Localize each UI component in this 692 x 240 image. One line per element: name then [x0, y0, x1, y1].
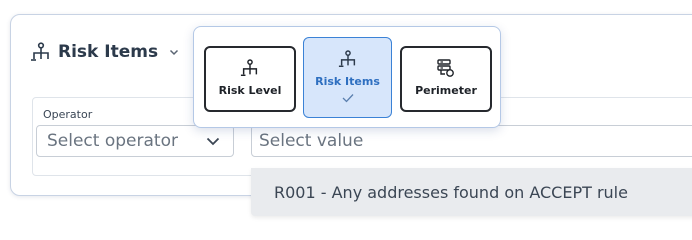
option-perimeter-button[interactable]: Perimeter — [400, 46, 492, 112]
stage: Risk Items Operator Select operator Sele… — [0, 0, 692, 226]
option-risk-level-button[interactable]: Risk Level — [204, 46, 296, 112]
option-label: Perimeter — [415, 84, 477, 97]
value-placeholder: Select value — [259, 131, 364, 151]
operator-select[interactable]: Select operator — [36, 125, 234, 157]
hierarchy-icon — [31, 42, 49, 61]
hierarchy-icon — [240, 59, 258, 76]
option-risk-items-button[interactable]: Risk Items — [303, 37, 392, 118]
option-label: Risk Level — [218, 84, 282, 97]
group-by-selector[interactable]: Risk Items — [30, 40, 180, 64]
hierarchy-icon — [338, 50, 355, 67]
group-by-popover: Risk Level Risk Items Perimeter — [193, 26, 501, 128]
value-select[interactable]: Select value — [251, 125, 692, 157]
checkmark-icon — [342, 94, 353, 103]
server-icon — [437, 59, 454, 77]
group-by-title: Risk Items — [58, 42, 159, 62]
operator-label: Operator — [43, 108, 93, 121]
chevron-down-icon — [206, 137, 220, 146]
operator-placeholder: Select operator — [47, 131, 178, 151]
dropdown-option[interactable]: R001 - Any addresses found on ACCEPT rul… — [274, 183, 628, 202]
option-label: Risk Items — [315, 75, 380, 88]
value-dropdown: R001 - Any addresses found on ACCEPT rul… — [251, 168, 692, 216]
chevron-down-icon — [170, 49, 179, 56]
